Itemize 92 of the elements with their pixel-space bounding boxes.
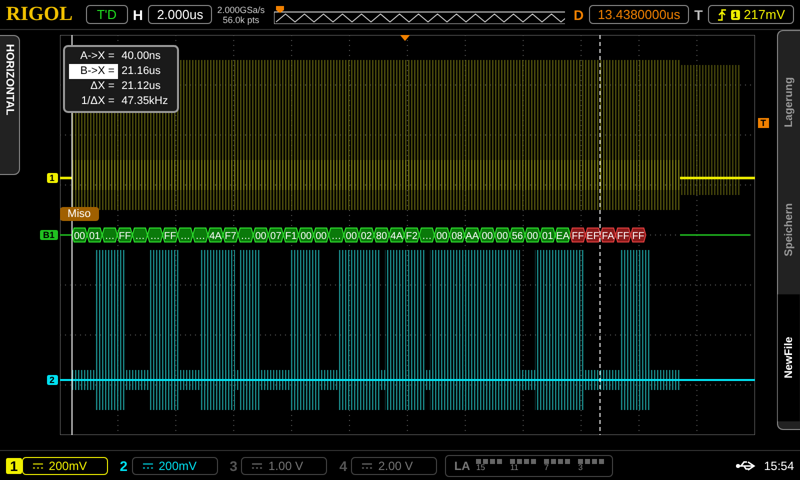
- channel-scale-button[interactable]: 2.00 V: [351, 456, 438, 474]
- decode-packet: 01: [86, 228, 102, 242]
- bit-label: 3: [578, 464, 584, 472]
- cursor-line[interactable]: [599, 35, 600, 435]
- bit-group-icon: [578, 459, 604, 464]
- decode-packet: FF: [630, 228, 646, 242]
- usb-icon: [736, 460, 756, 470]
- decode-packet: 00: [524, 228, 540, 242]
- channel-scale-button[interactable]: 1.00 V: [241, 456, 328, 474]
- decode-packet: 4A: [206, 228, 224, 242]
- decode-packet: 00: [478, 228, 495, 242]
- timebase-value[interactable]: 2.000us: [148, 5, 212, 24]
- decode-packet: 00: [298, 228, 314, 242]
- timebase-label: H: [132, 6, 143, 22]
- channel-number[interactable]: 2: [116, 458, 132, 474]
- channel-scale-button[interactable]: 200mV: [132, 456, 218, 474]
- decode-packet: EA: [554, 228, 570, 242]
- la-label: LA: [454, 458, 470, 472]
- decode-packet: …: [101, 228, 118, 242]
- trigger-source: 1: [730, 10, 740, 20]
- decode-packet: 00: [494, 228, 510, 242]
- dc-coupling-icon: [252, 462, 262, 468]
- trigger-level: 217mV: [744, 7, 785, 22]
- cursor-value: 47.35kHz: [120, 94, 168, 109]
- menu-item[interactable]: NewFile: [778, 294, 800, 421]
- decode-packet: F7: [222, 228, 238, 242]
- decode-packet: 00: [342, 228, 359, 242]
- delay-value[interactable]: 13.4380000us: [588, 5, 690, 24]
- cursor-label: ΔX =: [89, 79, 116, 94]
- decode-packet: …: [237, 228, 254, 242]
- decode-packet: 01: [539, 228, 556, 242]
- dc-coupling-icon: [362, 462, 372, 468]
- trigger-settings[interactable]: 1 217mV: [708, 5, 794, 24]
- rising-edge-icon: [716, 8, 727, 20]
- decode-packet: 00: [433, 228, 450, 242]
- trigger-position-icon: [400, 35, 410, 41]
- decode-packet: 56: [508, 228, 526, 242]
- trigger-label: T: [694, 6, 703, 22]
- bit-label: 15: [476, 464, 486, 472]
- decode-packet: FF: [614, 228, 631, 242]
- decode-packet: …: [176, 228, 193, 242]
- cursor-label: B->X =: [68, 64, 118, 79]
- decode-packet: 00: [71, 228, 88, 242]
- dc-coupling-icon: [142, 462, 153, 468]
- decode-packet: 80: [373, 228, 390, 242]
- decode-packet: 00: [252, 228, 268, 242]
- cursor-value: 21.12us: [120, 79, 161, 94]
- run-state: T'D: [86, 5, 128, 24]
- channel-marker[interactable]: 2: [46, 375, 58, 385]
- cursor-value: 21.16us: [120, 64, 161, 79]
- decoder-label: Miso: [60, 207, 99, 221]
- decode-packet: …: [418, 228, 434, 242]
- bus-marker[interactable]: B1: [40, 230, 58, 240]
- decode-packet: …: [192, 228, 208, 242]
- channel-marker[interactable]: 1: [46, 173, 58, 183]
- decode-packet: FA: [600, 228, 616, 242]
- decode-packet: EF: [584, 228, 601, 242]
- bit-label: 7: [544, 464, 550, 472]
- bit-group-icon: [476, 459, 502, 464]
- channel-scale-button[interactable]: 200mV: [22, 456, 108, 474]
- clock-time: 15:54: [764, 458, 794, 472]
- decode-packet: …: [131, 228, 148, 242]
- sample-rate: 2.000GSa/s: [217, 4, 265, 14]
- memory-depth: 56.0k pts: [222, 14, 260, 24]
- decode-packet: 02: [358, 228, 374, 242]
- dc-coupling-icon: [32, 462, 43, 468]
- delay-label: D: [574, 6, 584, 22]
- menu-item[interactable]: Speichern: [778, 166, 800, 294]
- bit-group-icon: [510, 459, 536, 464]
- decode-packet: AA: [464, 228, 480, 242]
- decode-packet: 4A: [388, 228, 404, 242]
- cursor-value: 40.00ns: [120, 49, 161, 64]
- decode-packet: FF: [569, 228, 586, 242]
- decode-packet: …: [328, 228, 344, 242]
- decode-packet: 00: [312, 228, 329, 242]
- trigger-level-marker[interactable]: T: [758, 118, 770, 128]
- menu-item[interactable]: Lagerung: [778, 39, 800, 166]
- bit-label: 11: [510, 464, 520, 472]
- decode-packet: FF: [162, 228, 178, 242]
- decode-packet: FF: [116, 228, 132, 242]
- decode-packet: …: [146, 228, 163, 242]
- cursor-label: 1/ΔX =: [80, 94, 116, 109]
- decode-packet: 07: [267, 228, 284, 242]
- bit-group-icon: [544, 459, 570, 464]
- decode-packet: F2: [403, 228, 420, 242]
- logic-analyzer-panel[interactable]: LA 15 11 7 3: [445, 454, 614, 476]
- brand-logo: RIGOL: [6, 3, 73, 26]
- decode-packet: F1: [282, 228, 299, 242]
- channel-number[interactable]: 1: [6, 458, 22, 474]
- horizontal-tab[interactable]: HORIZONTAL: [0, 35, 20, 175]
- decode-packet: 08: [448, 228, 465, 242]
- cursor-label: A->X =: [79, 49, 116, 64]
